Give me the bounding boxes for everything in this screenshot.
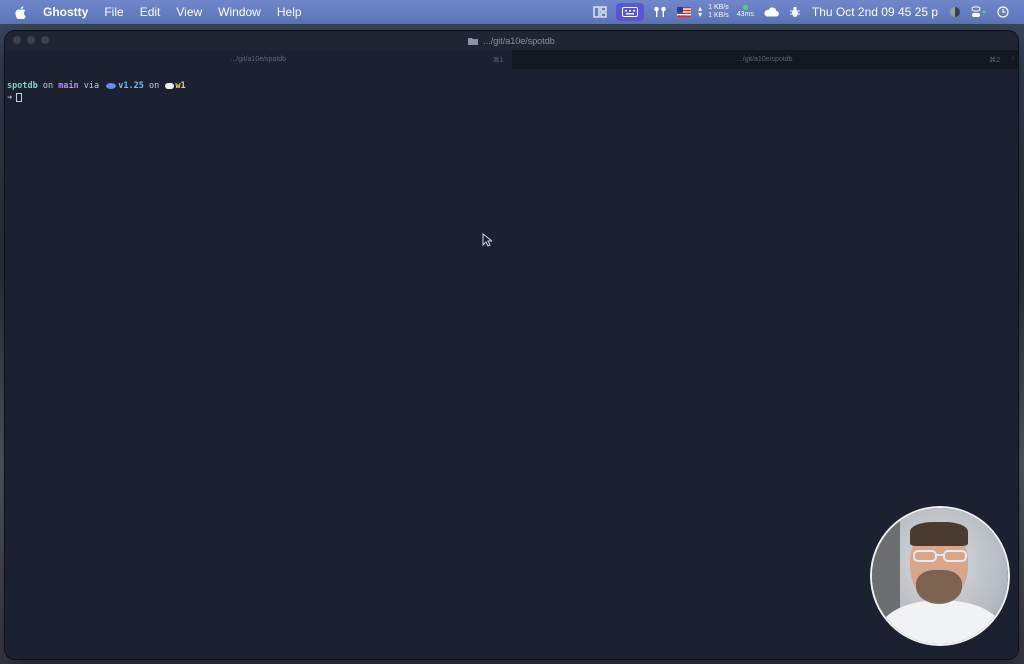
menu-window[interactable]: Window	[210, 0, 269, 24]
terminal-window: .../git/a10e/spotdb .../git/a10e/spotdb …	[5, 31, 1018, 659]
net-upload-label: 1 KB/s	[708, 4, 729, 11]
tab-bar: .../git/a10e/spotdb ⌘1 .../git/a10e/spot…	[5, 50, 1018, 69]
window-titlebar[interactable]: .../git/a10e/spotdb	[5, 31, 1018, 50]
menu-help[interactable]: Help	[269, 0, 310, 24]
prompt-workspace: w1	[175, 80, 186, 91]
prompt-directory: spotdb	[7, 80, 38, 91]
prompt-via-text: via	[78, 80, 105, 91]
tab-1-label: .../git/a10e/spotdb	[230, 56, 287, 63]
tab-2-label: .../git/a10e/spotdb	[736, 56, 793, 63]
prompt-on-text-2: on	[143, 80, 165, 91]
zoom-window-button[interactable]	[41, 36, 49, 44]
app-menu-ghostty[interactable]: Ghostty	[37, 0, 96, 24]
tab-1-shortcut: ⌘1	[492, 57, 504, 64]
siri-clock-icon[interactable]	[992, 0, 1014, 24]
terminal-content[interactable]: spotdb on main via v1.25 on w1 ➜	[5, 69, 1018, 659]
close-window-button[interactable]	[13, 36, 21, 44]
network-speed[interactable]: 1 KB/s 1 KB/s	[704, 4, 733, 20]
keyboard-icon[interactable]	[616, 3, 645, 21]
cloud-icon[interactable]	[758, 0, 784, 24]
prompt-arrow-icon: ➜	[7, 92, 13, 103]
input-line[interactable]: ➜	[7, 92, 1018, 103]
tab-scroll-right-icon[interactable]: ›	[1012, 55, 1014, 62]
menu-edit[interactable]: Edit	[132, 0, 169, 24]
apple-menu-icon[interactable]	[13, 5, 27, 19]
prompt-branch: main	[58, 80, 79, 91]
prompt-on-text: on	[37, 80, 59, 91]
ping-label: 43ms	[736, 11, 754, 18]
menu-view[interactable]: View	[168, 0, 210, 24]
mouse-pointer-icon	[482, 232, 494, 252]
control-center-icon[interactable]	[966, 0, 992, 24]
glasses-icon	[913, 550, 967, 562]
appearance-toggle-icon[interactable]	[944, 0, 966, 24]
text-cursor	[16, 93, 23, 102]
minimize-window-button[interactable]	[27, 36, 35, 44]
tab-2[interactable]: .../git/a10e/spotdb ⌘2 ›	[511, 50, 1018, 69]
window-title: .../git/a10e/spotdb	[468, 36, 555, 46]
prompt-go-version: v1.25	[118, 80, 144, 91]
menu-bar: Ghostty File Edit View Window Help ▴ ▾ 1 …	[0, 0, 1024, 24]
menubar-clock[interactable]: Thu Oct 2nd 09 45 25 p	[806, 5, 944, 19]
tab-1[interactable]: .../git/a10e/spotdb ⌘1	[5, 50, 512, 69]
tab-2-shortcut: ⌘2	[989, 57, 1000, 64]
net-download-label: 1 KB/s	[708, 12, 729, 19]
network-arrows-icon: ▴ ▾	[698, 4, 703, 19]
traffic-lights	[13, 36, 49, 44]
bug-icon[interactable]	[784, 0, 806, 24]
status-dot-icon	[742, 5, 748, 10]
webcam-hair	[910, 522, 968, 546]
webcam-beard	[916, 570, 962, 604]
go-gopher-icon	[106, 82, 117, 89]
window-title-text: .../git/a10e/spotdb	[483, 35, 555, 46]
window-layout-icon[interactable]	[588, 0, 612, 24]
airpods-icon[interactable]	[648, 0, 672, 24]
webcam-overlay	[872, 508, 1008, 644]
us-flag-input-icon[interactable]	[672, 0, 696, 24]
ping-status[interactable]: 43ms	[733, 5, 758, 19]
menu-file[interactable]: File	[96, 0, 131, 24]
folder-icon	[468, 37, 479, 45]
cloud-context-icon	[165, 82, 175, 89]
prompt-line: spotdb on main via v1.25 on w1	[7, 80, 1018, 91]
